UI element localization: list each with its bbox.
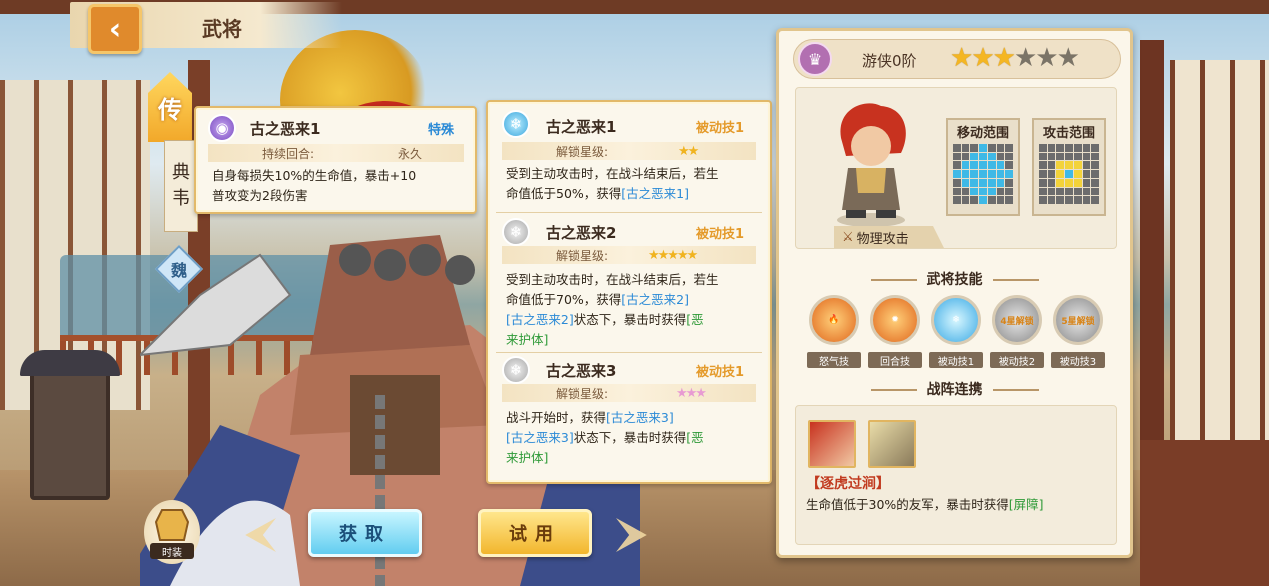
rage-skill-button[interactable]: 🔥 [809,295,859,345]
star-rating: ★★★★★★ [950,43,1080,73]
next-general-arrow-icon[interactable] [616,518,647,552]
passive-skill-1-button[interactable]: ❄ [931,295,981,345]
class-badge-icon: ♛ [798,42,832,76]
fire-swirl-icon: ✹ [891,315,899,325]
turn-skill-button[interactable]: ✹ [870,295,920,345]
lattice-window-left [0,80,150,410]
general-name: 典 韦 [164,140,198,232]
status-description: 自身每损失10%的生命值，暴击+10 普攻变为2段伤害 [212,168,417,203]
back-button[interactable]: ‹ [88,4,142,54]
wooden-cabinet [1140,440,1269,586]
skill-description: 战斗开始时，获得[古之恶来3] [古之恶来3]状态下，暴击时获得[恶 来护体] [506,410,704,465]
lake [60,255,390,340]
sword-icon: ⚔ [842,229,854,245]
try-button[interactable]: 试用 [478,509,592,557]
status-effect-icon: ◉ [208,114,236,142]
skill-label: 被动技2 [990,352,1044,368]
status-type: 特殊 [428,123,455,138]
combo-name: 【逐虎过涧】 [806,476,890,492]
unlock-stars: ★★★ [676,385,707,401]
unlock-stars: ★★★★★ [648,247,698,263]
legendary-rank-badge: 传 [148,72,192,142]
costume-label: 时装 [150,543,194,559]
stone-lantern [20,350,120,500]
status-name: 古之恶来1 [250,120,321,138]
class-rank-text: 游侠0阶 [862,52,917,70]
combo-info: 【逐虎过涧】 生命值低于30%的友军，暴击时获得[屏障] [795,405,1117,545]
star-filled-icon: ★ [950,43,973,73]
locked-skill-icon: ❄ [502,218,530,246]
back-arrow-icon: ‹ [108,11,122,47]
combo-portrait-dianwei[interactable] [808,420,856,468]
divider [496,352,762,353]
star-filled-icon: ★ [971,43,994,73]
skill-label: 被动技1 [929,352,983,368]
move-range-grid: 移动范围 [946,118,1020,216]
pillar-right [1140,40,1164,580]
unlock-stars: ★★ [678,143,699,159]
skill-label: 被动技3 [1051,352,1105,368]
general-info-panel: ♛ 游侠0阶 ★★★★★★ 移动范围 攻击范围 ⚔ 物理攻击 武将技能 🔥 ✹ … [776,28,1133,558]
combo-description: 生命值低于30%的友军，暴击时获得[屏障] [806,497,1044,512]
star-empty-icon: ★ [1056,43,1080,73]
skill-label: 怒气技 [807,352,861,368]
flame-icon: 🔥 [828,315,840,325]
star-empty-icon: ★ [1013,43,1037,73]
duration-row: 持续回合: 永久 [208,144,464,162]
chibi-portrait [837,103,906,227]
star-filled-icon: ★ [992,43,1016,73]
faction-badge: 魏 [154,244,204,294]
skill-description: 受到主动攻击时，在战斗结束后，若生 命值低于50%，获得[古之恶来1] [506,166,719,201]
class-rank-row: ♛ 游侠0阶 ★★★★★★ [793,39,1121,79]
passive-skill-2-button[interactable]: 4星解锁 [992,295,1042,345]
lattice-window-right [1170,60,1269,480]
attack-range-grid: 攻击范围 [1032,118,1106,216]
status-effect-popup: ◉ 古之恶来1 特殊 持续回合: 永久 自身每损失10%的生命值，暴击+10 普… [194,106,477,214]
locked-skill-icon: ❄ [502,356,530,384]
prev-general-arrow-icon[interactable] [245,518,276,552]
skills-section-title: 武将技能 [779,269,1130,289]
ice-skill-icon: ❄ [502,110,530,138]
obtain-button[interactable]: 获取 [308,509,422,557]
skill-description: 受到主动攻击时，在战斗结束后，若生 命值低于70%，获得[古之恶来2] [古之恶… [506,272,719,347]
combo-portrait-ally[interactable] [868,420,916,468]
page-title: 武将 [202,17,242,41]
bridge-railing [60,335,400,375]
attack-type-tag: ⚔ 物理攻击 [834,226,944,248]
star-empty-icon: ★ [1035,43,1058,73]
divider [496,212,762,213]
skill-label: 回合技 [868,352,922,368]
unit-preview: 移动范围 攻击范围 ⚔ 物理攻击 [795,87,1117,249]
ice-spirit-icon: ❄ [952,315,960,325]
duration-label: 持续回合: [262,146,315,161]
passive-skill-popup: ❄ 古之恶来1 被动技1 解锁星级: ★★ 受到主动攻击时，在战斗结束后，若生 … [486,100,772,484]
combo-section-title: 战阵连携 [779,379,1130,399]
passive-skill-3-button[interactable]: 5星解锁 [1053,295,1103,345]
duration-value: 永久 [398,146,423,161]
